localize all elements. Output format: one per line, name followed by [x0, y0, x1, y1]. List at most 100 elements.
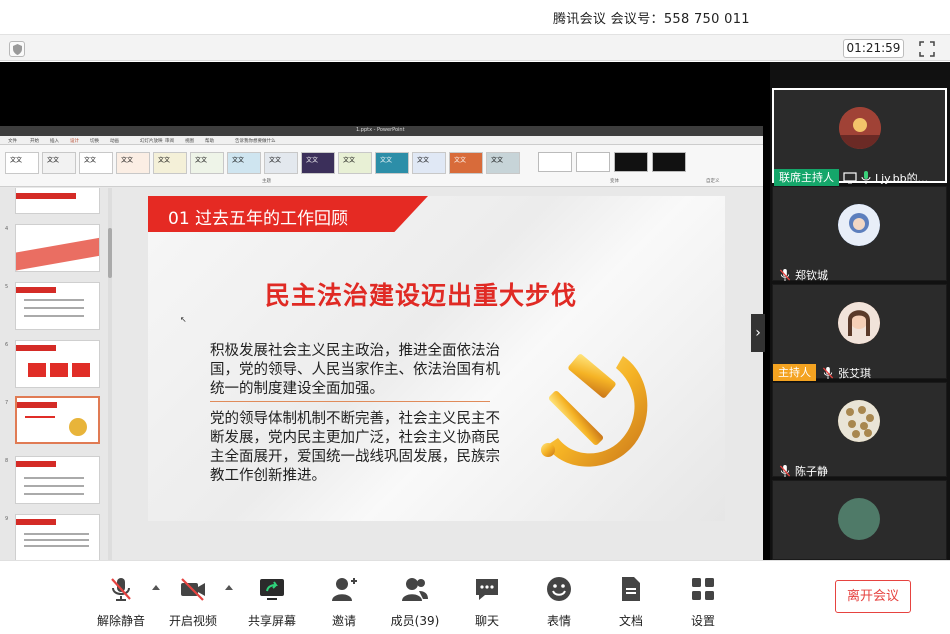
microphone-muted-icon [779, 268, 791, 281]
meeting-title: 腾讯会议 会议号：558 750 011 [553, 12, 750, 27]
ppt-tab[interactable]: 开始 [30, 138, 39, 144]
ppt-ribbon-tabs: 文件 开始 插入 设计 切换 动画 幻灯片放映 审阅 视图 帮助 告诉我你想要做… [0, 136, 763, 145]
documents-button[interactable]: 文档 [596, 575, 666, 629]
window-titlebar: 腾讯会议 会议号：558 750 011 [0, 0, 950, 34]
ppt-tab[interactable]: 视图 [185, 138, 194, 144]
host-badge: 主持人 [773, 364, 816, 381]
theme-thumbnail[interactable]: 文文 [338, 152, 372, 174]
ppt-tab[interactable]: 审阅 [165, 138, 174, 144]
participant-tile[interactable]: 陈子静 [772, 382, 947, 479]
smiley-face-icon [547, 577, 571, 601]
meeting-timer: 01:21:59 [843, 39, 904, 58]
microphone-muted-icon [111, 578, 131, 601]
variant-thumbnail[interactable] [538, 152, 572, 172]
security-shield-icon[interactable] [9, 41, 25, 57]
theme-thumbnail[interactable]: 文文 [412, 152, 446, 174]
fullscreen-icon[interactable] [919, 41, 935, 57]
meeting-controls-bar: 解除静音 开启视频 共享屏幕 邀请 成员(39) 聊天 表情 文档 设置 离开会… [0, 560, 950, 634]
slide-thumbnail[interactable] [15, 340, 100, 388]
theme-thumbnail[interactable]: 文文 [264, 152, 298, 174]
reactions-button[interactable]: 表情 [524, 575, 594, 629]
chat-label: 聊天 [474, 614, 499, 628]
settings-button[interactable]: 设置 [668, 575, 738, 629]
ppt-tab[interactable]: 幻灯片放映 [140, 138, 163, 144]
slide-number: 8 [5, 458, 9, 464]
microphone-on-icon [861, 171, 871, 184]
members-label: 成员(39) [390, 614, 440, 628]
ppt-tab[interactable]: 告诉我你想要做什么 [235, 138, 276, 144]
ppt-tab[interactable]: 动画 [110, 138, 119, 144]
unmute-label: 解除静音 [96, 614, 145, 628]
avatar [838, 302, 880, 344]
microphone-muted-icon [779, 464, 791, 477]
start-video-label: 开启视频 [168, 614, 217, 628]
slide-thumbnail[interactable] [15, 188, 100, 214]
ppt-file-title: 1.pptx - PowerPoint [356, 127, 405, 133]
chat-bubble-icon [476, 579, 498, 600]
unmute-button[interactable]: 解除静音 [86, 575, 156, 629]
theme-thumbnail[interactable]: 文文 [301, 152, 335, 174]
ppt-tab[interactable]: 设计 [70, 138, 79, 144]
share-screen-icon [260, 579, 284, 600]
document-icon [622, 577, 640, 601]
variant-thumbnail[interactable] [614, 152, 648, 172]
invite-label: 邀请 [331, 614, 356, 628]
thumbnails-scrollbar[interactable] [108, 188, 112, 593]
avatar [838, 204, 880, 246]
participant-tile[interactable]: 联席主持人 Ljy.bb的... [772, 88, 947, 186]
ppt-tab[interactable]: 帮助 [205, 138, 214, 144]
ppt-tab[interactable]: 插入 [50, 138, 59, 144]
hammer-sickle-emblem-icon [541, 354, 648, 467]
invite-button[interactable]: 邀请 [309, 575, 379, 629]
slide-divider [210, 401, 490, 402]
co-host-badge: 联席主持人 [774, 169, 839, 186]
theme-thumbnail[interactable]: 文文 [190, 152, 224, 174]
slide-number: 6 [5, 342, 9, 348]
slide-thumbnail[interactable] [15, 456, 100, 504]
avatar [838, 498, 880, 540]
slide-thumbnail[interactable] [15, 282, 100, 330]
participant-name-bar: 联席主持人 Ljy.bb的... [774, 169, 928, 186]
theme-thumbnail[interactable]: 文文 [116, 152, 150, 174]
add-user-icon [332, 578, 357, 601]
members-icon [402, 578, 428, 601]
ppt-tab[interactable]: 文件 [8, 138, 17, 144]
theme-thumbnail[interactable]: 文文 [449, 152, 483, 174]
participant-tile[interactable]: 主持人 张艾琪 [772, 284, 947, 381]
slide-thumbnail-selected[interactable] [15, 396, 100, 444]
slide-thumbnail[interactable] [15, 514, 100, 562]
theme-thumbnail[interactable]: 文文 [153, 152, 187, 174]
theme-thumbnail[interactable]: 文文 [42, 152, 76, 174]
shared-screen-stage: 1.pptx - PowerPoint 文件 开始 插入 设计 切换 动画 幻灯… [0, 62, 770, 602]
theme-thumbnail[interactable]: 文文 [5, 152, 39, 174]
variant-thumbnail[interactable] [576, 152, 610, 172]
meeting-toolbar: 01:21:59 [0, 34, 950, 61]
variant-thumbnail[interactable] [652, 152, 686, 172]
participant-name-bar: 主持人 张艾琪 [773, 364, 871, 381]
leave-meeting-button[interactable]: 离开会议 [835, 580, 911, 613]
theme-thumbnail[interactable]: 文文 [375, 152, 409, 174]
reactions-label: 表情 [546, 614, 571, 628]
mouse-cursor-icon: ↖ [180, 315, 187, 324]
documents-label: 文档 [618, 614, 643, 628]
avatar [838, 400, 880, 442]
slide-thumbnail[interactable] [15, 224, 100, 272]
members-button[interactable]: 成员(39) [380, 575, 450, 629]
ppt-tab[interactable]: 切换 [90, 138, 99, 144]
chat-button[interactable]: 聊天 [452, 575, 522, 629]
participant-tile[interactable]: 郑钦城 [772, 186, 947, 283]
next-page-arrow-icon[interactable]: › [751, 314, 765, 352]
start-video-button[interactable]: 开启视频 [158, 575, 228, 629]
theme-thumbnail[interactable]: 文文 [79, 152, 113, 174]
slide-canvas: 01 过去五年的工作回顾 民主法治建设迈出重大步伐 积极发展社会主义民主政治，推… [148, 196, 725, 521]
share-screen-button[interactable]: 共享屏幕 [237, 575, 307, 629]
theme-thumbnail[interactable]: 文文 [486, 152, 520, 174]
participant-tile[interactable] [772, 480, 947, 560]
ribbon-group-label: 自定义 [706, 179, 720, 184]
slide-number: 7 [5, 400, 9, 406]
slide-header-text: 01 过去五年的工作回顾 [168, 209, 349, 229]
video-options-caret-icon[interactable] [225, 585, 233, 590]
participant-name-bar: 陈子静 [773, 462, 828, 479]
theme-thumbnail[interactable]: 文文 [227, 152, 261, 174]
participant-name-bar: 郑钦城 [773, 266, 828, 283]
